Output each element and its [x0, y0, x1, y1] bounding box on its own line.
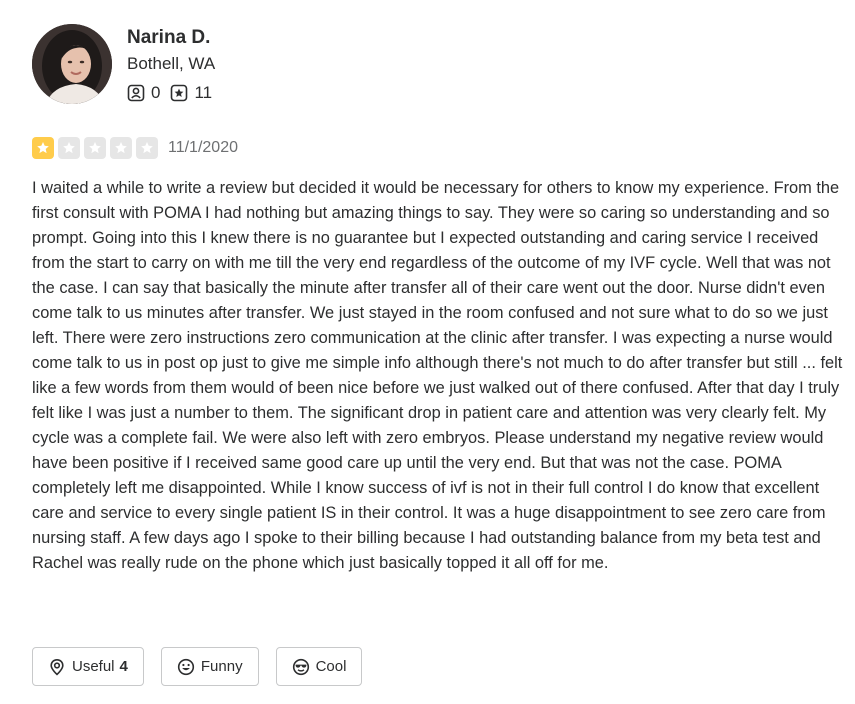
reviews-count: 11 — [194, 83, 213, 102]
star-rating — [32, 137, 162, 159]
star-empty-icon — [58, 137, 80, 159]
user-location: Bothell, WA — [127, 54, 216, 73]
useful-label: Useful — [72, 658, 115, 675]
useful-icon — [50, 658, 64, 675]
reviews-stat: 11 — [170, 83, 212, 103]
star-empty-icon — [136, 137, 158, 159]
star-filled-icon — [32, 137, 54, 159]
friends-count: 0 — [151, 83, 161, 102]
funny-button[interactable]: Funny — [160, 647, 259, 686]
rating-row: 11/1/2020 — [32, 137, 238, 159]
star-empty-icon — [84, 137, 106, 159]
star-empty-icon — [110, 137, 132, 159]
funny-label: Funny — [200, 658, 243, 675]
cool-button[interactable]: Cool — [275, 647, 363, 686]
useful-count: 4 — [119, 658, 128, 675]
useful-button[interactable]: Useful 4 — [32, 647, 144, 686]
funny-icon — [177, 658, 194, 675]
user-stats: 0 11 — [127, 83, 222, 103]
user-name[interactable]: Narina D. — [127, 27, 210, 49]
review-date: 11/1/2020 — [168, 139, 238, 156]
review-text: I waited a while to write a review but d… — [32, 179, 843, 572]
reaction-buttons: Useful 4 Funny Cool — [32, 647, 379, 686]
friends-icon — [127, 84, 145, 102]
friends-stat: 0 — [127, 83, 160, 103]
review-star-icon — [171, 84, 188, 102]
avatar-photo — [32, 24, 112, 104]
cool-label: Cool — [315, 658, 347, 675]
review-card: Narina D. Bothell, WA 0 11 11/1/2020 I w… — [0, 0, 855, 704]
user-avatar[interactable] — [32, 24, 112, 104]
cool-icon — [292, 658, 309, 675]
